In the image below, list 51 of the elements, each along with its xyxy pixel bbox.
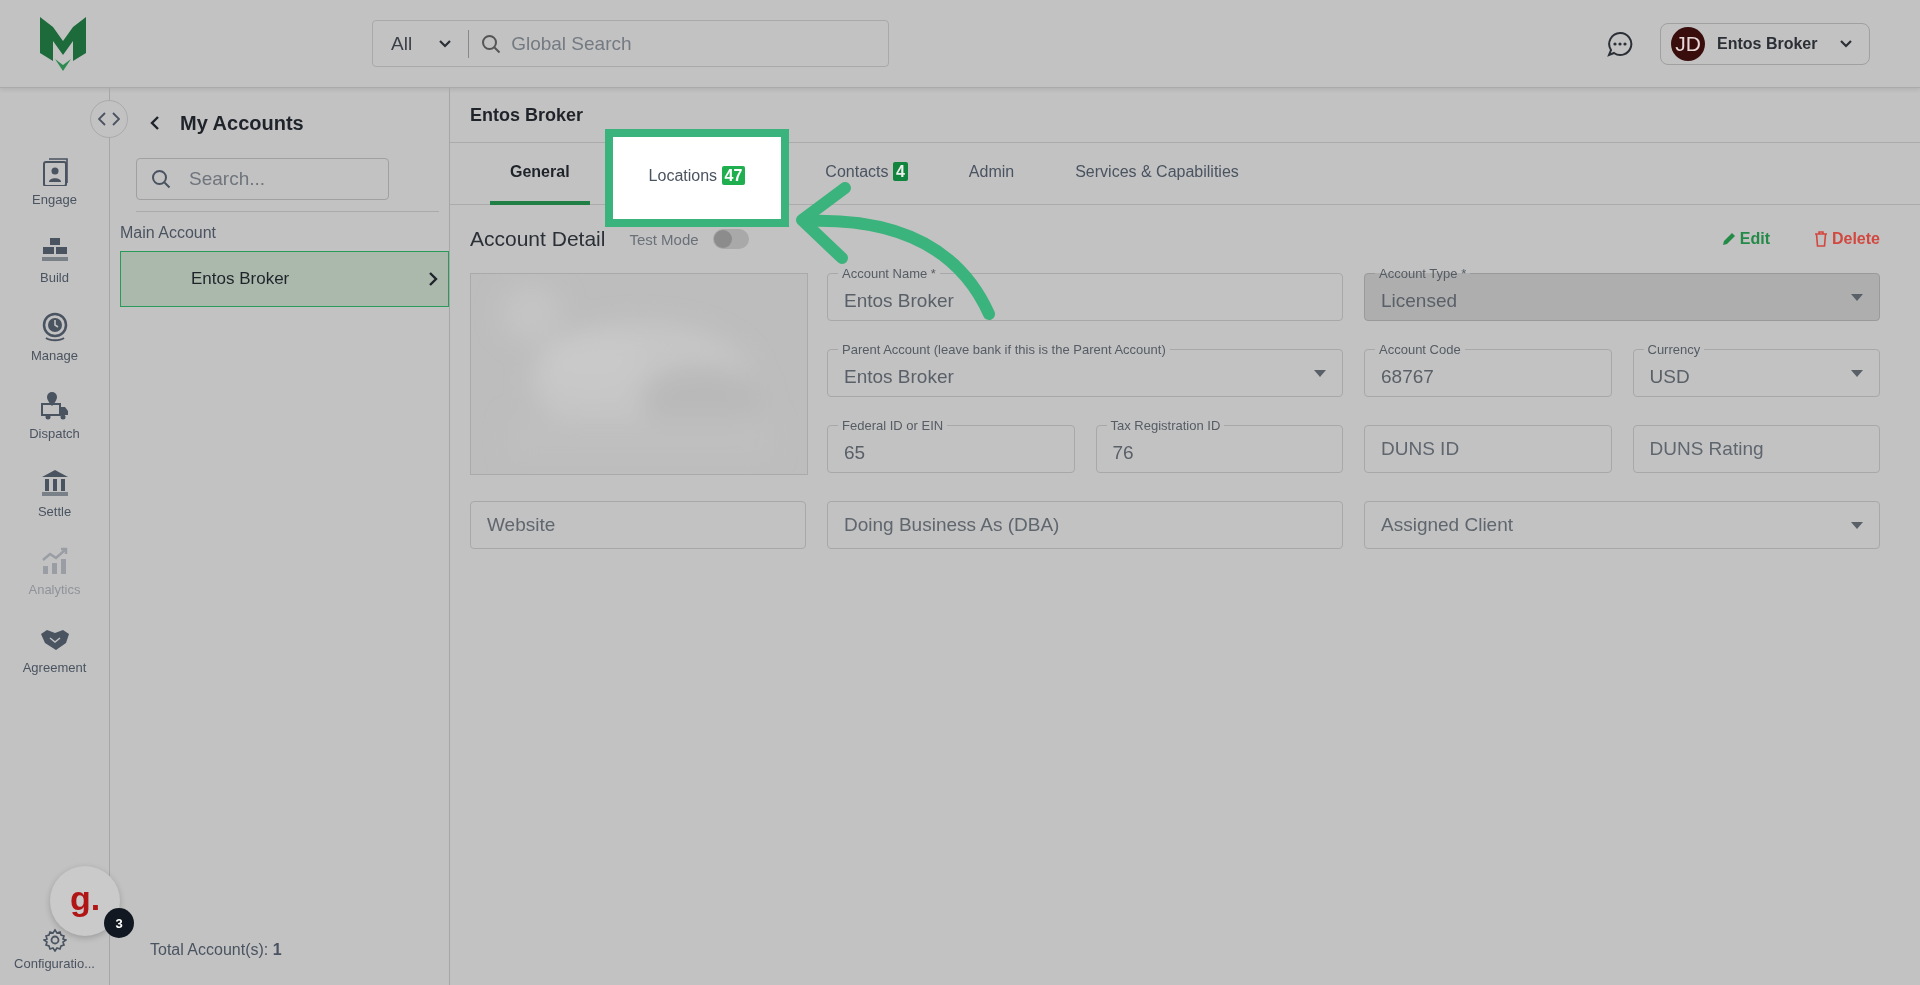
pencil-icon xyxy=(1721,232,1736,246)
delete-button[interactable]: Delete xyxy=(1813,230,1880,248)
group-label: Main Account xyxy=(120,224,218,242)
search-scope-dropdown[interactable]: All xyxy=(373,29,470,58)
chevron-right-icon xyxy=(428,271,438,287)
search-field[interactable]: Search... xyxy=(136,158,389,200)
chevron-down-icon xyxy=(1839,39,1853,48)
nav-item[interactable]: Settle xyxy=(4,468,105,546)
bank-icon xyxy=(39,468,70,498)
notification-badge: 3 xyxy=(104,908,134,938)
truck-icon xyxy=(39,390,70,420)
chat-icon[interactable] xyxy=(1607,30,1633,57)
code-icon xyxy=(98,112,120,126)
panel-title: My Accounts xyxy=(180,111,304,135)
input-field[interactable]: DUNS Rating xyxy=(1632,425,1880,473)
tab[interactable]: Admin xyxy=(948,143,1035,205)
back-icon[interactable] xyxy=(150,115,160,131)
settings-icon xyxy=(42,928,67,952)
caret-icon xyxy=(1851,521,1863,529)
tab[interactable]: General xyxy=(490,143,590,205)
nav-item[interactable]: Manage xyxy=(4,312,105,390)
nav-item[interactable]: Engage xyxy=(4,156,105,234)
search-icon xyxy=(151,169,171,189)
nav-item[interactable]: Dispatch xyxy=(4,390,105,468)
collapse-toggle[interactable] xyxy=(90,100,128,138)
count-badge: 47 xyxy=(721,166,746,185)
user-menu-button[interactable]: JD Entos Broker xyxy=(1660,22,1870,65)
total-count: Total Account(s): 1 xyxy=(149,941,283,959)
toggle-switch[interactable] xyxy=(712,229,749,249)
caret-icon xyxy=(1851,369,1863,377)
section-title: Account Detail xyxy=(470,227,606,251)
trash-icon xyxy=(1813,231,1828,247)
tab[interactable]: Services & Capabilities xyxy=(1055,143,1259,205)
page-title: Entos Broker xyxy=(450,88,1920,143)
edit-button[interactable]: Edit xyxy=(1721,230,1770,248)
tab[interactable]: Contacts 4 xyxy=(805,143,928,205)
account-list-item[interactable]: Entos Broker xyxy=(120,251,449,307)
chevron-down-icon xyxy=(438,39,453,48)
input-field[interactable]: DUNS ID xyxy=(1364,425,1612,473)
nav-item[interactable]: Agreement xyxy=(4,624,105,702)
toggle-label: Test Mode xyxy=(629,230,699,248)
global-search-field[interactable]: Global Search xyxy=(481,21,888,66)
input-field[interactable]: Doing Business As (DBA) xyxy=(827,501,1343,549)
select-field[interactable]: Assigned Client xyxy=(1364,501,1880,549)
caret-icon xyxy=(1314,369,1326,377)
caret-icon xyxy=(1851,293,1863,301)
search-icon xyxy=(481,33,502,54)
nav-item[interactable]: Build xyxy=(4,234,105,312)
count-badge: 4 xyxy=(892,162,908,181)
user-avatar: JD xyxy=(1671,26,1705,61)
input-field[interactable]: Website xyxy=(470,501,806,549)
